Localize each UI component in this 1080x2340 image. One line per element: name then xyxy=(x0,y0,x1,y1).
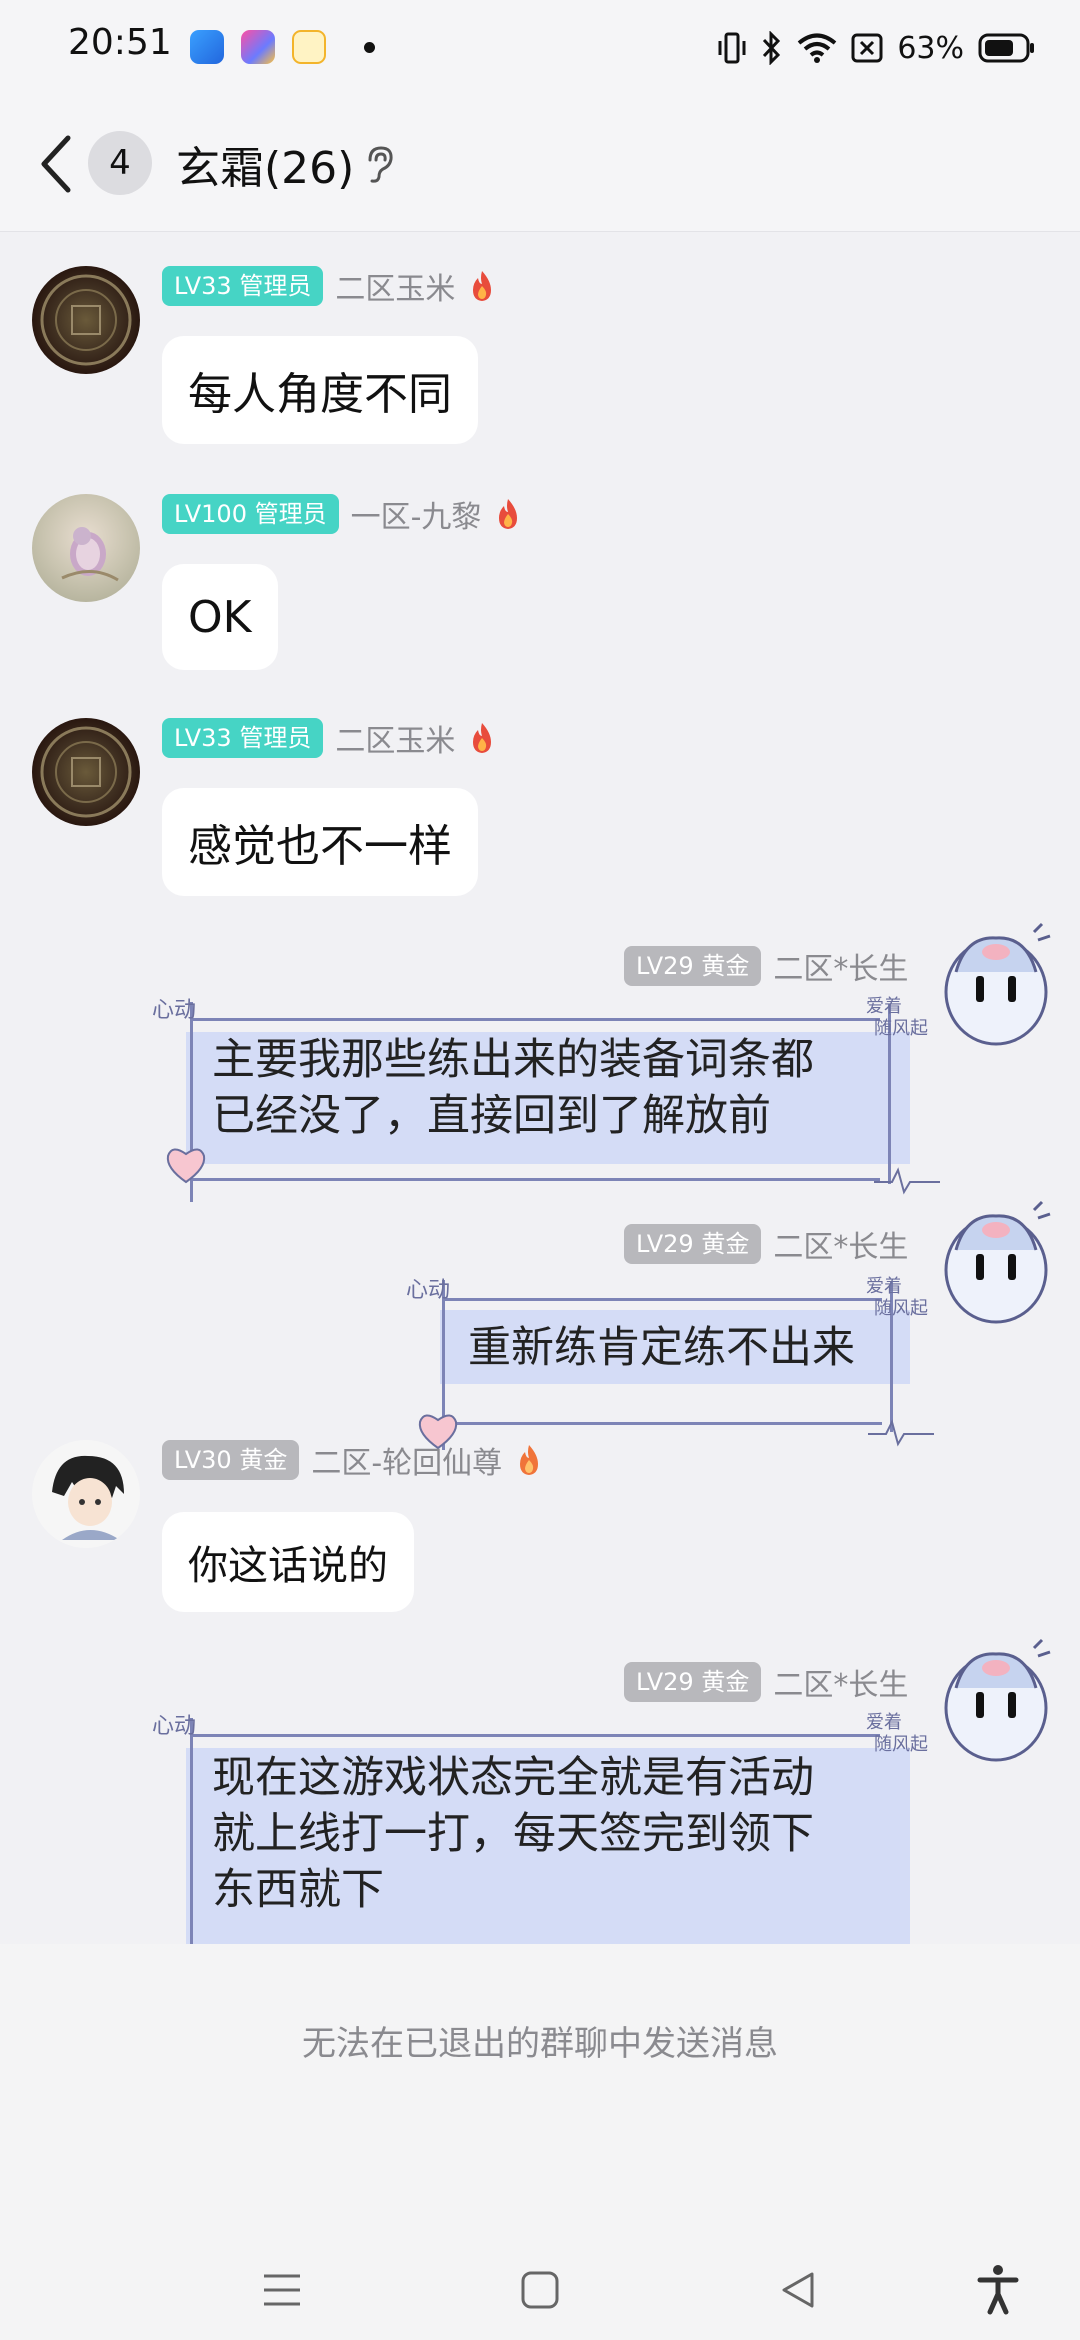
message-meta: LV100 管理员 一区-九黎 xyxy=(162,492,523,536)
bubble-frame-top xyxy=(190,1018,880,1021)
menu-nav-button[interactable] xyxy=(252,2260,312,2320)
system-nav-bar xyxy=(0,2240,1080,2340)
ear-icon[interactable] xyxy=(362,144,396,184)
app-notification-icon-1 xyxy=(190,30,224,64)
decorated-message-bubble[interactable]: 心动 爱着 随风起 主要我那些练出来的装备词条都 已经没了，直接回到了解放前 xyxy=(150,992,940,1222)
flame-icon xyxy=(499,499,518,529)
message-meta: LV33 管理员 二区玉米 xyxy=(162,264,497,308)
message-bubble[interactable]: 你这话说的 xyxy=(162,1512,414,1612)
battery-icon xyxy=(978,33,1034,63)
more-notifications-dot xyxy=(364,42,375,53)
message-bubble[interactable]: 感觉也不一样 xyxy=(162,788,478,896)
bubble-frame-bottom xyxy=(442,1422,882,1425)
sender-name[interactable]: 二区玉米 xyxy=(335,264,455,308)
decor-label-wind: 随风起 xyxy=(874,1734,928,1755)
seal-image xyxy=(40,274,132,366)
message-bubble[interactable]: 每人角度不同 xyxy=(162,336,478,444)
avatar[interactable] xyxy=(926,912,1066,1052)
bubble-frame-left xyxy=(190,1718,193,1944)
menu-icon xyxy=(264,2274,300,2306)
decor-label-heart: 心动 xyxy=(152,998,197,1023)
message-bubble[interactable]: OK xyxy=(162,564,278,670)
no-sim-icon xyxy=(851,33,883,63)
bird-painting-image xyxy=(61,527,119,582)
sender-name[interactable]: 二区*长生 xyxy=(773,1222,908,1266)
level-badge: LV100 管理员 xyxy=(162,494,339,534)
avatar[interactable] xyxy=(32,494,140,602)
wifi-icon xyxy=(798,33,837,63)
avatar[interactable] xyxy=(926,1190,1066,1330)
anime-character-image xyxy=(52,1455,124,1540)
back-triangle-icon xyxy=(782,2272,814,2308)
home-nav-button[interactable] xyxy=(510,2260,570,2320)
avatar[interactable] xyxy=(32,718,140,826)
bluetooth-icon xyxy=(763,31,781,65)
level-badge: LV30 黄金 xyxy=(162,1440,300,1480)
level-badge: LV29 黄金 xyxy=(624,1224,762,1264)
message-meta: LV29 黄金 二区*长生 xyxy=(624,1222,908,1266)
level-badge: LV33 管理员 xyxy=(162,266,324,306)
heartbeat-icon xyxy=(868,1419,934,1447)
seal-image xyxy=(40,726,132,818)
chat-title[interactable]: 玄霜(26) xyxy=(176,132,354,196)
message-text: 你这话说的 xyxy=(188,1543,388,1589)
app-notification-icon-3 xyxy=(292,30,326,64)
avatar[interactable] xyxy=(926,1628,1066,1768)
sender-name[interactable]: 二区*长生 xyxy=(773,1660,908,1704)
message-text-line-1: 主要我那些练出来的装备词条都 xyxy=(212,1035,814,1085)
message-text: 每人角度不同 xyxy=(188,369,452,420)
bubble-frame-top xyxy=(442,1298,882,1301)
message-meta: LV29 黄金 二区*长生 xyxy=(624,944,908,988)
sender-name[interactable]: 二区*长生 xyxy=(773,944,908,988)
heart-icon xyxy=(166,1148,206,1184)
flame-icon xyxy=(473,723,492,753)
back-nav-button[interactable] xyxy=(768,2260,828,2320)
level-badge: LV29 黄金 xyxy=(624,946,762,986)
accessibility-icon xyxy=(977,2265,1019,2315)
level-badge: LV29 黄金 xyxy=(624,1662,762,1702)
status-icons: 63% xyxy=(717,26,1036,70)
avatar[interactable] xyxy=(32,266,140,374)
cannot-send-notice: 无法在已退出的群聊中发送消息 xyxy=(302,2024,778,2064)
message-text-line-3: 东西就下 xyxy=(212,1865,384,1915)
message-text-line-1: 现在这游戏状态完全就是有活动 xyxy=(212,1753,814,1803)
bubble-frame-bottom xyxy=(190,1178,880,1181)
accessibility-button[interactable] xyxy=(968,2260,1028,2320)
chevron-left-icon xyxy=(41,135,71,193)
message-meta: LV29 黄金 二区*长生 xyxy=(624,1660,908,1704)
input-disabled-area: 无法在已退出的群聊中发送消息 xyxy=(0,1944,1080,2340)
message-meta: LV33 管理员 二区玉米 xyxy=(162,716,497,760)
back-button[interactable] xyxy=(30,132,86,196)
message-text: OK xyxy=(188,591,252,643)
decorated-message-bubble[interactable]: 心动 爱着 随风起 现在这游戏状态完全就是有活动 就上线打一打，每天签完到领下 … xyxy=(150,1708,940,1944)
chat-header: 4 玄霜(26) xyxy=(0,96,1080,232)
decor-label-wind: 随风起 xyxy=(874,1018,928,1039)
home-square-icon xyxy=(521,2271,559,2309)
message-list[interactable]: LV33 管理员 二区玉米 每人角度不同 LV100 管理员 一区-九黎 OK … xyxy=(0,232,1080,1944)
sender-name[interactable]: 二区玉米 xyxy=(335,716,455,760)
sender-name[interactable]: 一区-九黎 xyxy=(351,492,482,536)
vibrate-icon xyxy=(718,32,746,64)
level-badge: LV33 管理员 xyxy=(162,718,324,758)
battery-percent: 63% xyxy=(897,30,964,66)
flame-icon xyxy=(520,1445,539,1475)
message-text-line-2: 已经没了，直接回到了解放前 xyxy=(212,1091,771,1141)
message-text-line-2: 就上线打一打，每天签完到领下 xyxy=(212,1809,814,1859)
decorated-message-bubble[interactable]: 心动 爱着 随风起 重新练肯定练不出来 xyxy=(406,1268,940,1464)
message-text-line-1: 重新练肯定练不出来 xyxy=(468,1323,855,1373)
app-notification-icon-2 xyxy=(241,30,275,64)
avatar[interactable] xyxy=(32,1440,140,1548)
sender-name[interactable]: 二区-轮回仙尊 xyxy=(311,1438,502,1482)
decor-label-wind: 随风起 xyxy=(874,1298,928,1319)
message-meta: LV30 黄金 二区-轮回仙尊 xyxy=(162,1438,544,1482)
bubble-frame-top xyxy=(190,1734,880,1737)
unread-count-badge: 4 xyxy=(88,131,152,195)
decor-label-heart: 心动 xyxy=(406,1278,451,1303)
message-text: 感觉也不一样 xyxy=(188,821,452,872)
flame-icon xyxy=(473,271,492,301)
status-bar: 20:51 63% xyxy=(0,0,1080,96)
status-time: 20:51 xyxy=(68,22,172,63)
decor-label-heart: 心动 xyxy=(152,1714,197,1739)
